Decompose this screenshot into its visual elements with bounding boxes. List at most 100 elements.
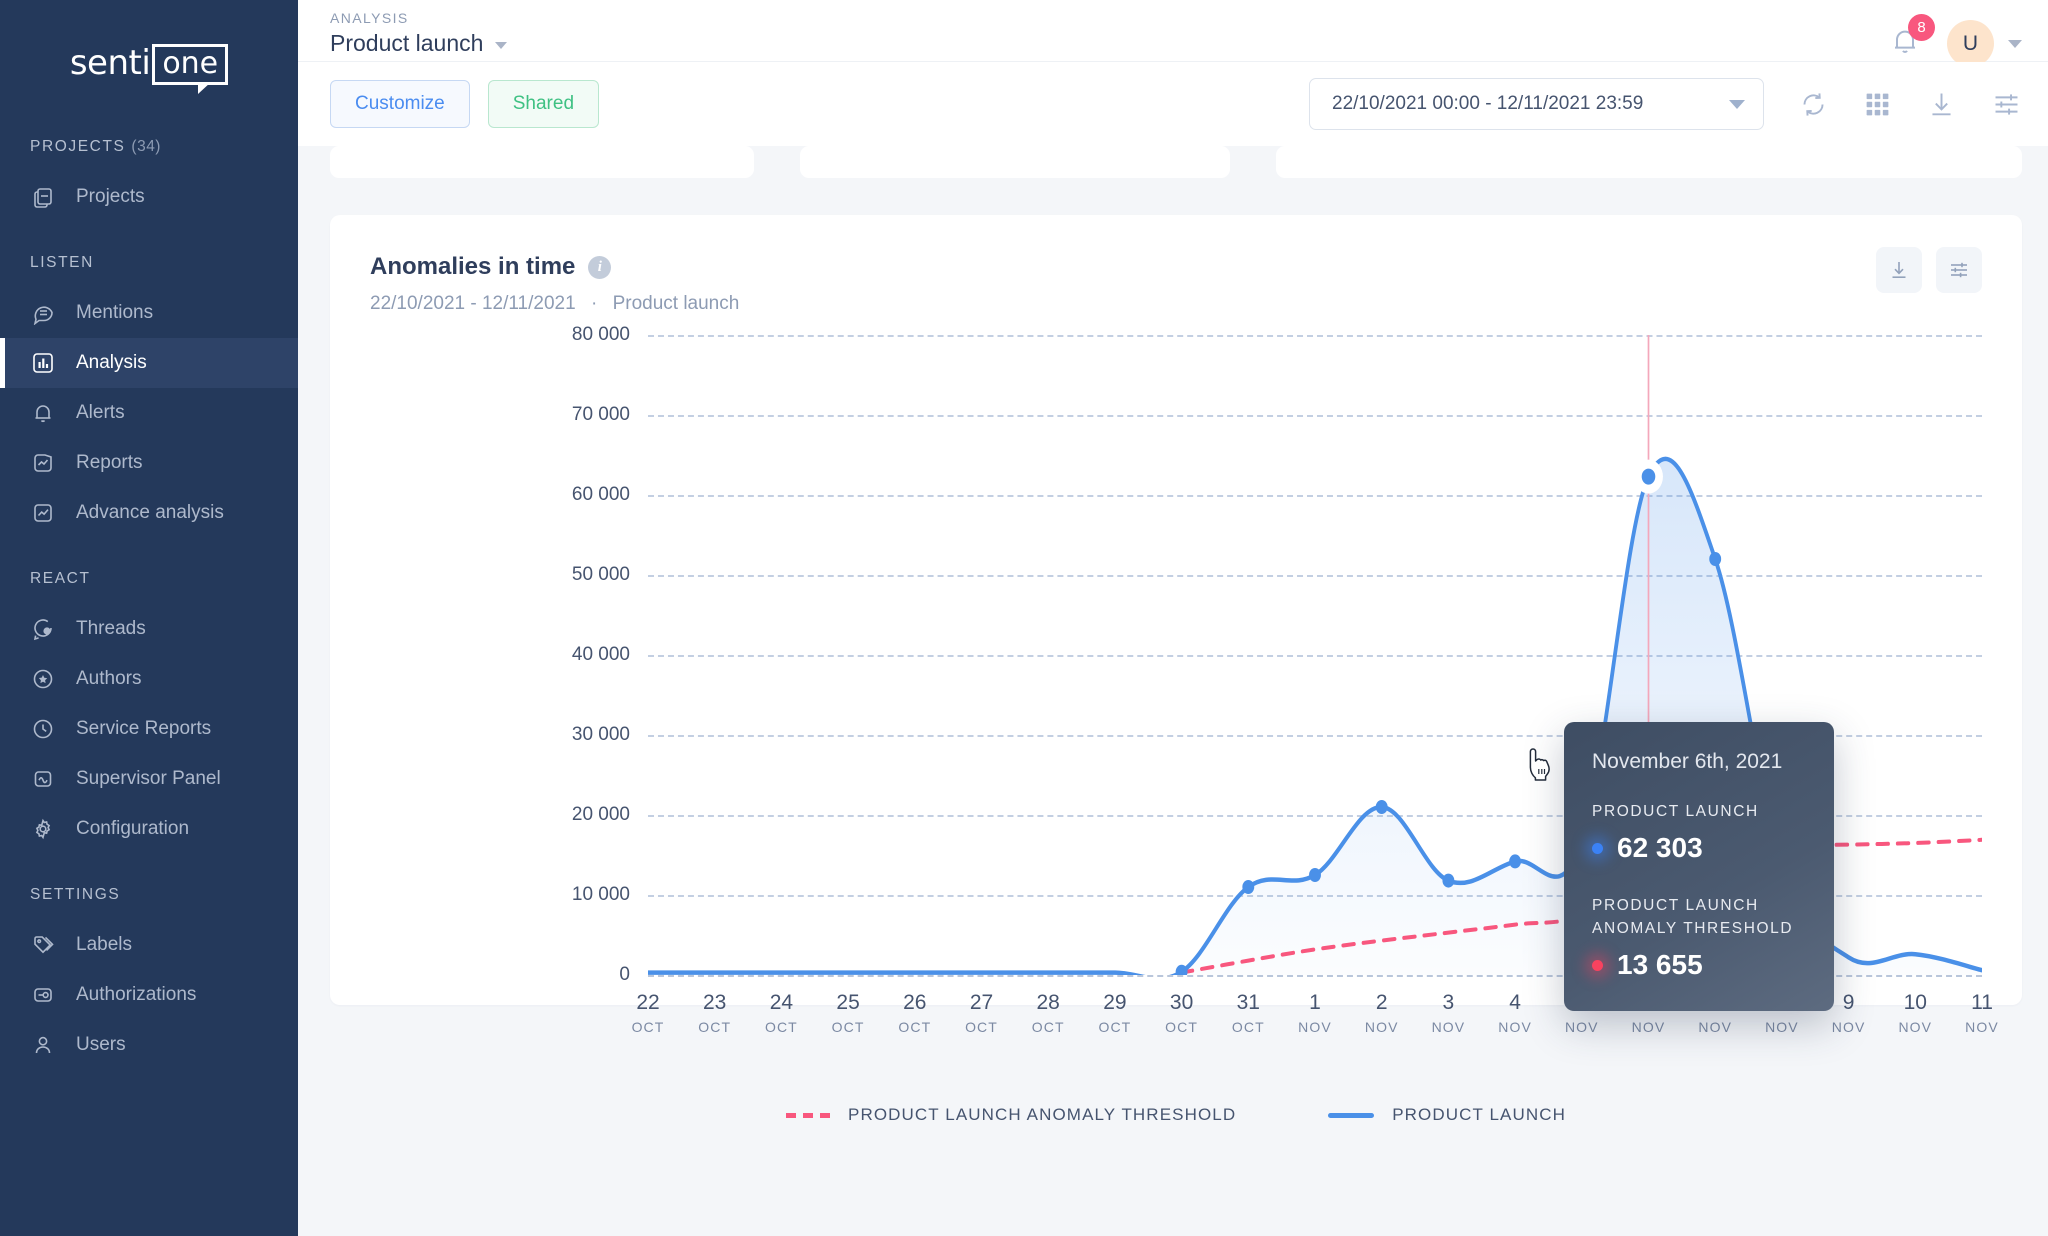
sidebar-item-advance-analysis[interactable]: Advance analysis	[0, 488, 298, 538]
projects-icon	[30, 184, 56, 210]
date-range-picker[interactable]: 22/10/2021 00:00 - 12/11/2021 23:59	[1309, 78, 1764, 130]
tooltip-red-dot-icon	[1592, 960, 1603, 971]
anomalies-card: Anomalies in time i 22/10/2021 - 12/11/2…	[330, 215, 2022, 1005]
avatar-chevron-down-icon[interactable]	[2008, 40, 2022, 48]
logo[interactable]: senti one	[0, 0, 298, 128]
logo-text-one: one	[162, 46, 218, 81]
avatar[interactable]: U	[1947, 20, 1994, 67]
sidebar-item-projects[interactable]: Projects	[0, 172, 298, 222]
info-icon[interactable]: i	[588, 256, 611, 279]
download-icon[interactable]	[1926, 89, 1957, 120]
x-axis-month: NOV	[1965, 1019, 1999, 1035]
sidebar-item-threads[interactable]: Threads	[0, 604, 298, 654]
notifications-button[interactable]: 8	[1889, 25, 1921, 62]
data-point[interactable]	[1709, 552, 1721, 566]
x-axis-day: 1	[1298, 990, 1332, 1016]
report-icon	[30, 450, 56, 476]
x-axis-day: 3	[1432, 990, 1466, 1016]
sidebar-spacer-2	[0, 538, 298, 560]
refresh-icon[interactable]	[1798, 89, 1829, 120]
mouse-cursor-pointer-icon	[1526, 747, 1556, 788]
sidebar: senti one PROJECTS (34) Projects LISTEN	[0, 0, 298, 1236]
sidebar-item-mentions[interactable]: Mentions	[0, 288, 298, 338]
chevron-down-icon	[495, 42, 507, 49]
sidebar-item-authorizations-label: Authorizations	[76, 984, 196, 1006]
x-axis-month: OCT	[1098, 1019, 1131, 1035]
shared-button[interactable]: Shared	[488, 80, 599, 128]
sidebar-item-alerts-label: Alerts	[76, 402, 125, 424]
y-axis-tick-label: 60 000	[330, 484, 630, 506]
toolbar-right: 22/10/2021 00:00 - 12/11/2021 23:59	[1309, 78, 2022, 130]
gear-icon	[30, 816, 56, 842]
sidebar-item-analysis-label: Analysis	[76, 352, 147, 374]
data-point[interactable]	[1642, 469, 1656, 485]
sidebar-section-projects-label: PROJECTS	[30, 138, 125, 155]
x-axis-day: 9	[1832, 990, 1866, 1016]
legend-item-threshold[interactable]: PRODUCT LAUNCH ANOMALY THRESHOLD	[786, 1105, 1236, 1125]
card-subtitle-project: Product launch	[613, 293, 740, 314]
x-axis-tick: 30OCT	[1165, 990, 1198, 1035]
bell-icon	[30, 400, 56, 426]
widget-stub-3	[1276, 146, 2022, 178]
widget-stub-1	[330, 146, 754, 178]
line-chart-icon	[30, 500, 56, 526]
x-axis-month: OCT	[632, 1019, 665, 1035]
logo-speech-tail	[198, 82, 211, 94]
sidebar-item-authorizations[interactable]: Authorizations	[0, 970, 298, 1020]
card-download-icon[interactable]	[1876, 247, 1922, 293]
x-axis-tick: 1NOV	[1298, 990, 1332, 1035]
data-point[interactable]	[1442, 874, 1454, 888]
card-subtitle-separator: ·	[591, 293, 597, 314]
data-point[interactable]	[1376, 800, 1388, 814]
logo-text-senti: senti	[70, 44, 150, 82]
x-axis-tick: 24 OCT	[765, 990, 798, 1035]
x-axis-tick: 23OCT	[698, 990, 731, 1035]
y-axis-tick-label: 20 000	[330, 804, 630, 826]
topbar-right: 8 U	[1889, 20, 2022, 67]
x-axis-tick: 31OCT	[1232, 990, 1265, 1035]
sidebar-item-configuration[interactable]: Configuration	[0, 804, 298, 854]
sidebar-item-users[interactable]: Users	[0, 1020, 298, 1070]
bar-chart-icon	[30, 350, 56, 376]
x-axis-month: NOV	[1365, 1019, 1399, 1035]
x-axis-day: 24	[765, 990, 798, 1016]
key-icon	[30, 982, 56, 1008]
sidebar-item-supervisor-panel[interactable]: Supervisor Panel	[0, 754, 298, 804]
sidebar-item-service-reports[interactable]: Service Reports	[0, 704, 298, 754]
chart-legend: PRODUCT LAUNCH ANOMALY THRESHOLD PRODUCT…	[330, 1105, 2022, 1125]
data-point[interactable]	[1509, 854, 1521, 868]
topbar: ANALYSIS Product launch 8 U	[298, 0, 2048, 62]
sidebar-section-projects: PROJECTS (34)	[0, 138, 298, 156]
data-point[interactable]	[1242, 880, 1254, 894]
x-axis-month: OCT	[765, 1019, 798, 1035]
tooltip-date: November 6th, 2021	[1592, 750, 1806, 774]
x-axis-day: 29	[1098, 990, 1131, 1016]
legend-item-product-launch[interactable]: PRODUCT LAUNCH	[1328, 1105, 1566, 1125]
sidebar-item-labels-label: Labels	[76, 934, 132, 956]
sidebar-item-authors[interactable]: Authors	[0, 654, 298, 704]
page-title-dropdown[interactable]: Product launch	[330, 30, 507, 57]
sidebar-item-analysis[interactable]: Analysis	[0, 338, 298, 388]
app-root: senti one PROJECTS (34) Projects LISTEN	[0, 0, 2048, 1236]
legend-dash-swatch	[786, 1113, 830, 1118]
sidebar-item-reports[interactable]: Reports	[0, 438, 298, 488]
y-axis-tick-label: 40 000	[330, 644, 630, 666]
x-axis-month: NOV	[1832, 1019, 1866, 1035]
tooltip-series1-row: 62 303	[1592, 832, 1806, 864]
card-filter-sliders-icon[interactable]	[1936, 247, 1982, 293]
sidebar-item-alerts[interactable]: Alerts	[0, 388, 298, 438]
x-axis-day: 23	[698, 990, 731, 1016]
card-subtitle: 22/10/2021 - 12/11/2021 · Product launch	[370, 293, 1982, 315]
x-axis-month: OCT	[1032, 1019, 1065, 1035]
legend-label-threshold: PRODUCT LAUNCH ANOMALY THRESHOLD	[848, 1105, 1236, 1125]
data-point[interactable]	[1309, 868, 1321, 882]
x-axis-day: 27	[965, 990, 998, 1016]
legend-solid-swatch	[1328, 1113, 1374, 1118]
customize-button[interactable]: Customize	[330, 80, 470, 128]
x-axis-month: NOV	[1898, 1019, 1932, 1035]
filter-sliders-icon[interactable]	[1991, 89, 2022, 120]
y-axis-tick-label: 30 000	[330, 724, 630, 746]
grid-icon[interactable]	[1863, 90, 1892, 119]
x-axis-tick: 3NOV	[1432, 990, 1466, 1035]
sidebar-item-labels[interactable]: Labels	[0, 920, 298, 970]
